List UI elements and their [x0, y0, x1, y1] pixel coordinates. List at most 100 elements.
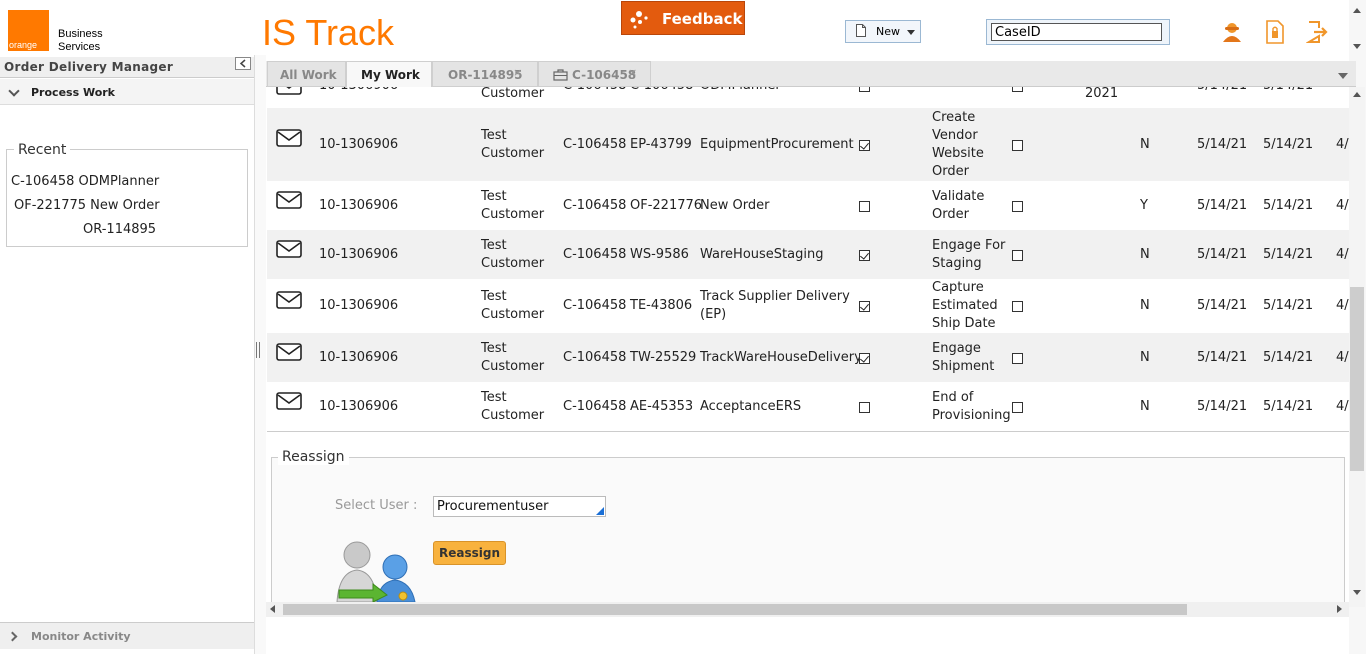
cell-process: AcceptanceERS	[700, 399, 802, 414]
table-row[interactable]: 10-1306906 Customer C-106458 C-106458 OD…	[267, 87, 1349, 108]
horizontal-scrollbar-thumb[interactable]	[283, 604, 1187, 615]
table-row[interactable]: 10-1306906 Test Customer C-106458 OF-221…	[267, 181, 1349, 230]
brand-line-1: Business	[58, 28, 103, 40]
checkbox[interactable]	[1012, 402, 1023, 413]
logout-icon[interactable]	[1306, 20, 1328, 44]
envelope-icon[interactable]	[276, 129, 302, 147]
cell-task: Validate	[932, 189, 985, 204]
scroll-up-icon[interactable]	[1353, 8, 1361, 13]
process-work-section[interactable]: Process Work	[0, 79, 254, 105]
checkbox[interactable]	[1012, 301, 1023, 312]
checkbox[interactable]	[1012, 250, 1023, 261]
tab-c-106458[interactable]: C-106458 ×	[538, 61, 651, 87]
tab-my-work[interactable]: My Work	[346, 61, 432, 87]
orange-logo: orange	[8, 10, 49, 51]
cell-item[interactable]: OF-221776	[630, 197, 702, 215]
checkbox[interactable]	[859, 402, 870, 413]
cell-date: 5/14/21	[1263, 198, 1314, 213]
left-panel-title: Order Delivery Manager	[0, 57, 254, 78]
checkbox[interactable]	[859, 353, 870, 364]
cell-id: 10-1306906	[319, 198, 399, 213]
table-row[interactable]: 10-1306906 Test Customer C-106458 AE-453…	[267, 382, 1349, 431]
scroll-up-icon[interactable]	[1353, 92, 1361, 97]
cell-year: 2021	[1085, 87, 1119, 101]
checkbox[interactable]	[1012, 140, 1023, 151]
table-row[interactable]: 10-1306906 Test Customer C-106458 TW-255…	[267, 333, 1349, 382]
cell-item[interactable]: EP-43799	[630, 136, 692, 154]
table-row[interactable]: 10-1306906 Test Customer C-106458 WS-958…	[267, 230, 1349, 279]
process-work-label: Process Work	[31, 86, 115, 99]
envelope-icon[interactable]	[276, 291, 302, 309]
envelope-icon[interactable]	[276, 240, 302, 258]
splitter-grip-icon[interactable]	[256, 342, 260, 358]
cell-date: 4/	[1336, 298, 1349, 313]
scrollbar-thumb[interactable]	[1350, 287, 1364, 471]
briefcase-icon	[553, 69, 568, 81]
reassign-box	[271, 457, 1345, 607]
feedback-icon	[630, 11, 648, 29]
cell-item[interactable]: AE-45353	[630, 398, 693, 416]
close-icon[interactable]: ×	[513, 66, 522, 79]
recent-item[interactable]: OF-221775 New Order	[14, 198, 160, 213]
tab-label: My Work	[361, 68, 420, 82]
recent-item[interactable]: C-106458 ODMPlanner	[11, 174, 159, 189]
tab-or-114895[interactable]: OR-114895 ×	[432, 61, 538, 87]
monitor-activity-section[interactable]: Monitor Activity	[0, 622, 254, 649]
cell-customer: Customer	[481, 146, 545, 161]
checkbox[interactable]	[859, 201, 870, 212]
chevron-left-icon	[239, 59, 246, 68]
cell-process: EquipmentProcurement	[700, 137, 854, 152]
cell-item[interactable]: TE-43806	[630, 297, 692, 315]
cell-task: Create	[932, 110, 976, 125]
cell-case: C-106458	[563, 137, 627, 152]
envelope-icon[interactable]	[276, 392, 302, 410]
checkbox[interactable]	[1012, 87, 1023, 92]
tab-all-work[interactable]: All Work	[267, 61, 346, 87]
recent-legend: Recent	[14, 142, 71, 158]
recent-item[interactable]: OR-114895	[83, 222, 156, 237]
cell-item[interactable]: TW-25529	[630, 349, 696, 367]
scroll-left-icon[interactable]	[270, 605, 275, 613]
envelope-icon[interactable]	[276, 191, 302, 209]
new-label: New	[876, 25, 900, 38]
checkbox[interactable]	[859, 301, 870, 312]
checkbox[interactable]	[1012, 201, 1023, 212]
reassign-legend: Reassign	[278, 449, 349, 465]
cell-task: Engage For	[932, 238, 1006, 253]
scroll-right-icon[interactable]	[1337, 605, 1342, 613]
close-icon[interactable]: ×	[628, 66, 637, 79]
cell-item[interactable]: WS-9586	[630, 246, 689, 264]
document-lock-icon[interactable]	[1264, 20, 1286, 44]
user-select[interactable]: Procurementuser	[433, 496, 606, 517]
cell-customer: Test	[481, 238, 507, 253]
checkbox[interactable]	[1012, 353, 1023, 364]
case-id-input[interactable]	[991, 23, 1162, 41]
cell-customer: Customer	[481, 207, 545, 222]
cell-process: WareHouseStaging	[700, 247, 824, 262]
scroll-down-icon[interactable]	[1353, 590, 1361, 595]
cell-task: Ship Date	[932, 316, 996, 331]
document-icon	[856, 24, 866, 37]
cell-customer: Test	[481, 189, 507, 204]
cell-id: 10-1306906	[319, 399, 399, 414]
cell-date: 5/14/21	[1263, 247, 1314, 262]
collapse-panel-button[interactable]	[235, 57, 251, 70]
cell-date: 5/14/21	[1197, 198, 1248, 213]
cell-customer: Test	[481, 128, 507, 143]
cell-date: 5/14/21	[1263, 350, 1314, 365]
operator-icon[interactable]	[1221, 20, 1243, 44]
new-button[interactable]: New	[845, 20, 921, 43]
table-row[interactable]: 10-1306906 Test Customer C-106458 TE-438…	[267, 279, 1349, 333]
envelope-icon[interactable]	[276, 343, 302, 361]
chevron-right-icon	[7, 631, 18, 642]
feedback-button[interactable]: Feedback	[621, 1, 745, 35]
reassign-button[interactable]: Reassign	[433, 541, 506, 565]
cell-task: Shipment	[932, 359, 995, 374]
table-row[interactable]: 10-1306906 Test Customer C-106458 EP-437…	[267, 108, 1349, 181]
checkbox[interactable]	[859, 140, 870, 151]
envelope-icon[interactable]	[276, 87, 302, 95]
tab-menu-button[interactable]	[1327, 64, 1355, 86]
checkbox[interactable]	[859, 87, 870, 92]
checkbox[interactable]	[859, 250, 870, 261]
scroll-down-icon[interactable]	[1353, 44, 1361, 49]
